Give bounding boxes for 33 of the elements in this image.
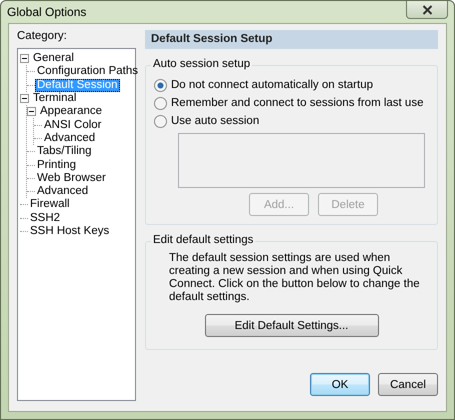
collapse-icon[interactable] (20, 94, 29, 104)
tree-item[interactable]: Firewall (28, 198, 72, 212)
tree-item[interactable]: Advanced (35, 185, 90, 198)
tree-item[interactable]: Terminal (31, 92, 78, 106)
radio-button[interactable] (154, 78, 167, 92)
dialog-button[interactable]: OK (310, 373, 370, 396)
description-text: The default session settings are used when creating a new session and when using Quick Connect. Click on the button below to change the default settings. (169, 252, 421, 304)
category-label: Category: (17, 30, 68, 44)
window-title: Global Options (7, 5, 86, 19)
tree-item[interactable]: Configuration Paths (35, 65, 140, 78)
close-icon (422, 4, 432, 14)
group-title: Auto session setup (151, 58, 252, 70)
tree-item[interactable]: General (31, 52, 76, 66)
edit-settings-button[interactable]: Edit Default Settings... (204, 314, 378, 337)
radio-option[interactable]: Use auto session (154, 112, 429, 130)
radio-button[interactable] (154, 114, 167, 128)
dialog-button[interactable]: Cancel (378, 373, 438, 396)
tree-item[interactable]: Printing (35, 158, 78, 172)
radio-button[interactable] (154, 96, 167, 110)
tree-item[interactable]: ANSI Color (42, 118, 104, 132)
close-button[interactable] (406, 1, 448, 19)
tree-item[interactable]: Advanced (42, 132, 98, 145)
radio-option[interactable]: Do not connect automatically on startup (154, 76, 429, 94)
tree-item[interactable]: SSH2 (28, 212, 62, 225)
tree-item[interactable]: SSH Host Keys (28, 225, 112, 238)
section-header: Default Session Setup (145, 30, 438, 49)
tree-item[interactable]: Appearance (38, 105, 104, 118)
collapse-icon[interactable] (20, 54, 29, 64)
radio-option[interactable]: Remember and connect to sessions from last use (154, 94, 429, 112)
tree-item[interactable]: Web Browser (35, 172, 108, 185)
tree-item[interactable]: Tabs/Tiling (35, 145, 94, 158)
collapse-icon[interactable] (27, 107, 36, 116)
group-title: Edit default settings (151, 234, 256, 246)
